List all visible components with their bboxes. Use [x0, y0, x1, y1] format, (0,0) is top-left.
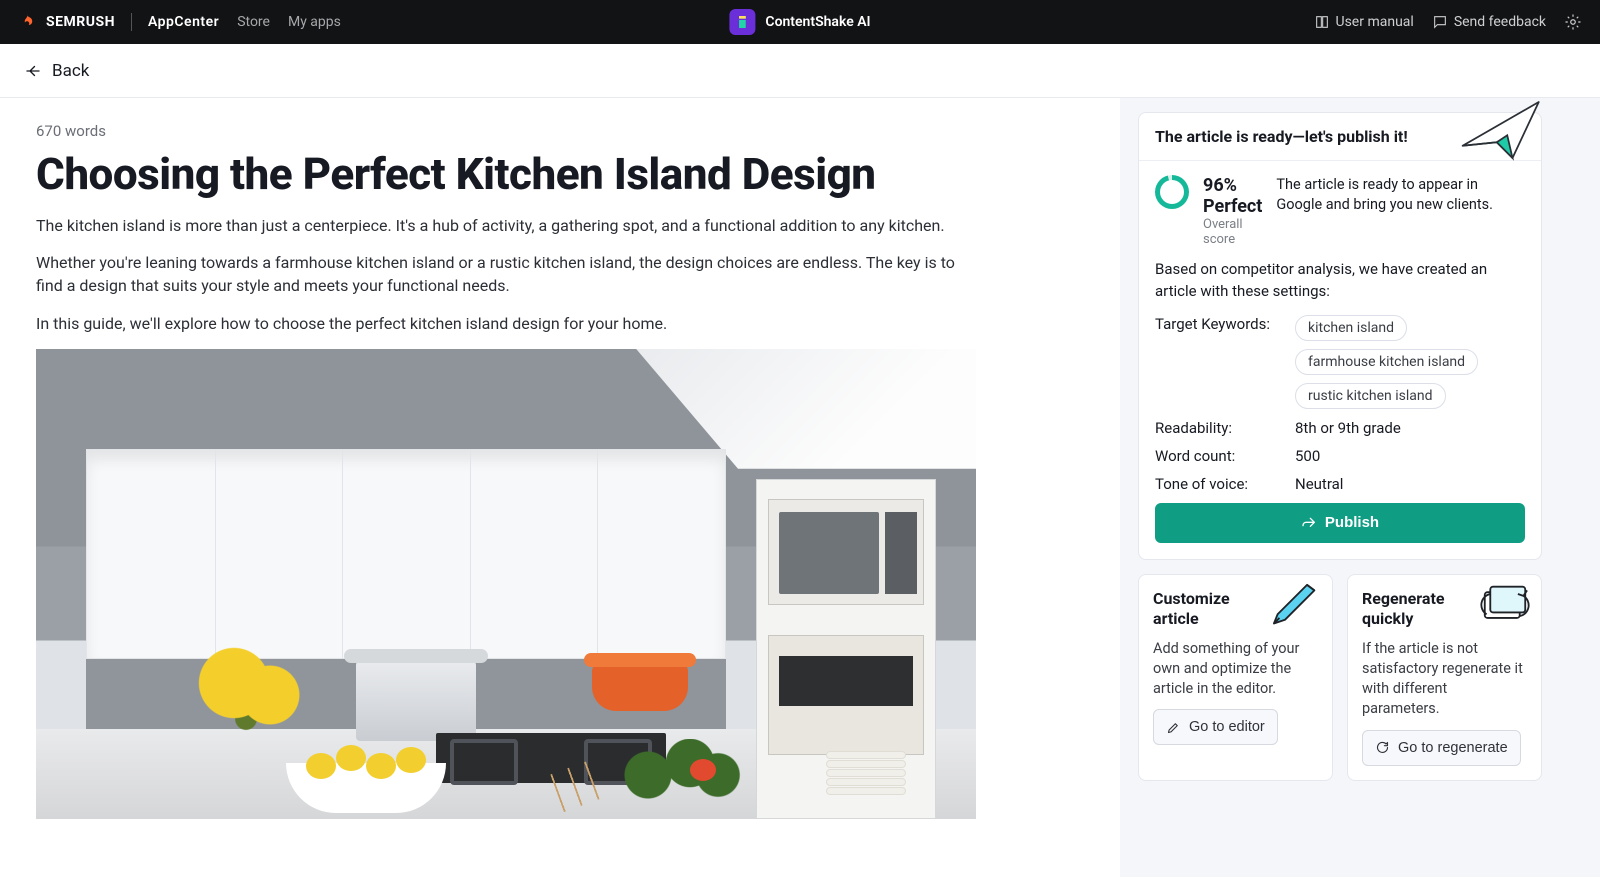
tone-value: Neutral — [1295, 475, 1343, 493]
article-paragraph[interactable]: The kitchen island is more than just a c… — [36, 214, 976, 237]
semrush-logo-icon — [18, 13, 36, 31]
wordcount-label: Word count: — [1155, 447, 1285, 465]
user-manual-link[interactable]: User manual — [1314, 14, 1414, 30]
readability-value: 8th or 9th grade — [1295, 419, 1401, 437]
ready-title: The article is ready—let's publish it! — [1139, 113, 1541, 161]
tone-label: Tone of voice: — [1155, 475, 1285, 493]
send-feedback-label: Send feedback — [1454, 14, 1546, 30]
go-to-editor-button[interactable]: Go to editor — [1153, 709, 1278, 745]
back-label: Back — [52, 61, 89, 81]
book-icon — [1314, 14, 1330, 30]
contentshake-icon — [729, 9, 755, 35]
regenerate-desc: If the article is not satisfactory regen… — [1362, 639, 1527, 720]
article-title[interactable]: Choosing the Perfect Kitchen Island Desi… — [36, 148, 1084, 200]
product-name: ContentShake AI — [765, 14, 870, 30]
refresh-icon — [1375, 740, 1390, 755]
go-to-regenerate-button[interactable]: Go to regenerate — [1362, 730, 1521, 766]
customize-desc: Add something of your own and optimize t… — [1153, 639, 1318, 700]
pencil-icon — [1268, 583, 1324, 629]
settings-icon[interactable] — [1564, 13, 1582, 31]
brand[interactable]: SEMRUSH AppCenter — [18, 13, 219, 31]
brand-separator — [131, 13, 132, 31]
go-to-regenerate-label: Go to regenerate — [1398, 740, 1508, 756]
customize-card: Customize article Add something of your … — [1138, 574, 1333, 781]
article-paragraph[interactable]: Whether you're leaning towards a farmhou… — [36, 251, 976, 297]
nav-store[interactable]: Store — [237, 14, 270, 30]
nav-myapps[interactable]: My apps — [288, 14, 341, 30]
main: 670 words Choosing the Perfect Kitchen I… — [0, 98, 1600, 877]
wordcount: 670 words — [36, 122, 1084, 140]
pen-icon — [1166, 720, 1181, 735]
share-arrow-icon — [1301, 515, 1317, 531]
keyword-chip[interactable]: farmhouse kitchen island — [1295, 349, 1478, 375]
keyword-chip[interactable]: rustic kitchen island — [1295, 383, 1446, 409]
customize-title: Customize article — [1153, 589, 1273, 629]
brand-main: SEMRUSH — [46, 14, 115, 30]
brand-sub: AppCenter — [148, 14, 219, 30]
keywords-label: Target Keywords: — [1155, 315, 1285, 333]
feedback-icon — [1432, 14, 1448, 30]
back-button[interactable]: Back — [24, 61, 89, 81]
keyword-chips: kitchen island farmhouse kitchen island … — [1295, 315, 1525, 409]
arrow-left-icon — [24, 62, 42, 80]
topbar: SEMRUSH AppCenter Store My apps ContentS… — [0, 0, 1600, 44]
regenerate-illustration-icon — [1477, 583, 1533, 629]
readability-label: Readability: — [1155, 419, 1285, 437]
article-paragraph[interactable]: In this guide, we'll explore how to choo… — [36, 312, 976, 335]
score-label: Overall score — [1203, 217, 1262, 247]
wordcount-value: 500 — [1295, 447, 1320, 465]
regenerate-title: Regenerate quickly — [1362, 589, 1482, 629]
editor-pane: 670 words Choosing the Perfect Kitchen I… — [0, 98, 1120, 877]
keyword-chip[interactable]: kitchen island — [1295, 315, 1407, 341]
article-hero-image — [36, 349, 976, 819]
score-desc: The article is ready to appear in Google… — [1276, 175, 1525, 216]
backbar: Back — [0, 44, 1600, 98]
based-on-text: Based on competitor analysis, we have cr… — [1155, 259, 1525, 303]
publish-button[interactable]: Publish — [1155, 503, 1525, 543]
side-panel: The article is ready—let's publish it! 9… — [1120, 98, 1560, 877]
user-manual-label: User manual — [1336, 14, 1414, 30]
product-badge[interactable]: ContentShake AI — [729, 9, 870, 35]
score-pct: 96% Perfect — [1203, 175, 1262, 217]
publish-label: Publish — [1325, 514, 1379, 531]
score-ring-icon — [1155, 175, 1189, 209]
regenerate-card: Regenerate quickly If the article is not… — [1347, 574, 1542, 781]
go-to-editor-label: Go to editor — [1189, 719, 1265, 735]
ready-card: The article is ready—let's publish it! 9… — [1138, 112, 1542, 560]
send-feedback-link[interactable]: Send feedback — [1432, 14, 1546, 30]
